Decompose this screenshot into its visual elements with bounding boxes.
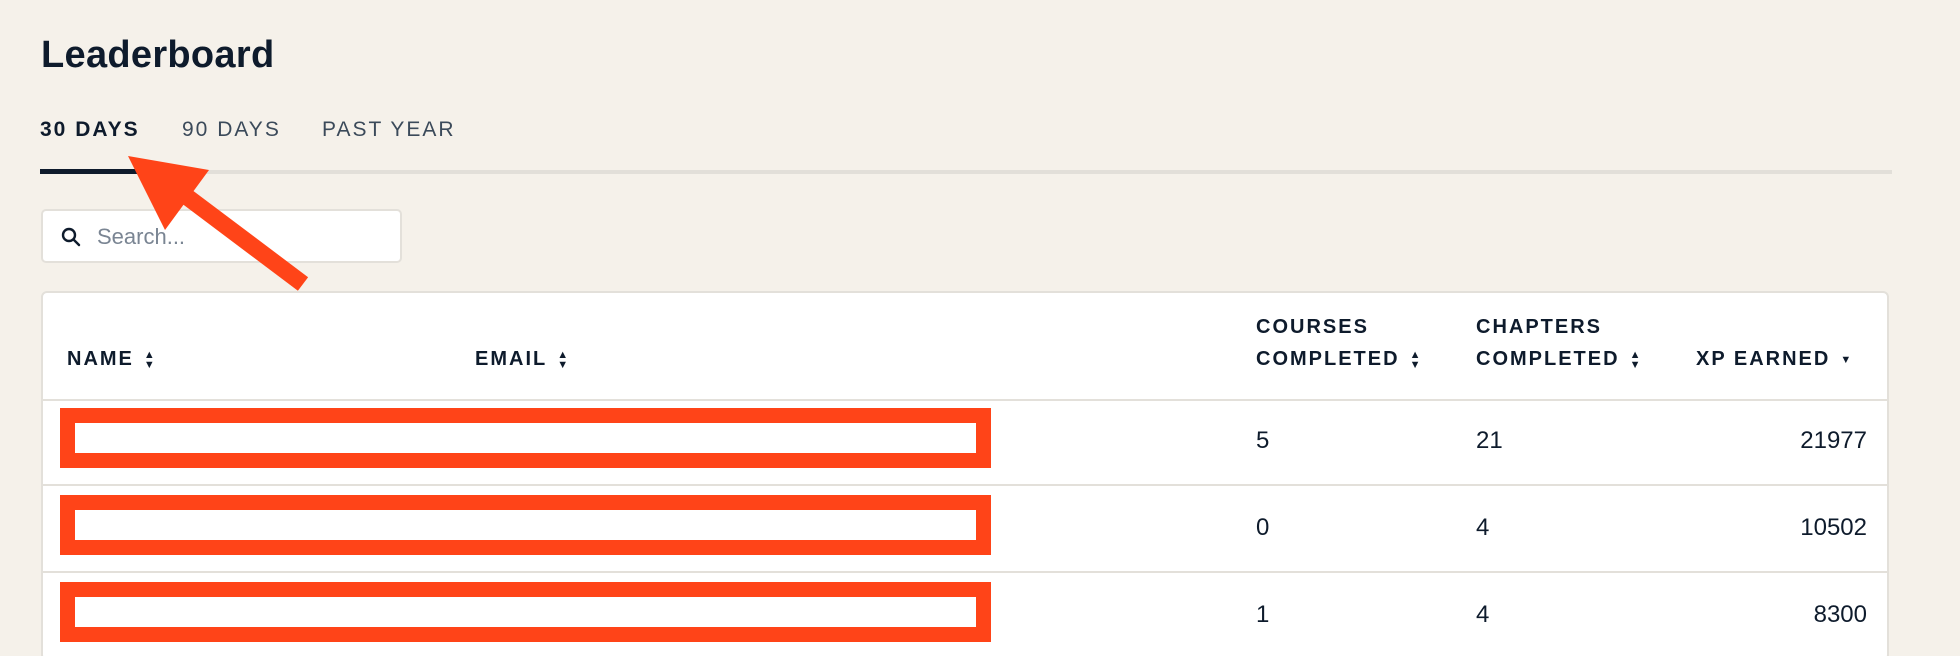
column-header-courses-completed[interactable]: COURSES COMPLETED ▲ ▼ (1256, 311, 1422, 375)
column-header-name-label: NAME (67, 348, 134, 370)
xp-earned-cell: 21977 (1800, 427, 1867, 454)
redaction-box (60, 408, 991, 468)
redaction-box (60, 495, 991, 555)
column-header-courses-line1: COURSES (1256, 316, 1369, 338)
column-header-email[interactable]: EMAIL ▲ ▼ (475, 343, 570, 375)
courses-completed-cell: 1 (1256, 601, 1270, 628)
sort-icon: ▲ ▼ (1409, 348, 1423, 371)
sort-icon: ▲ ▼ (143, 348, 157, 371)
courses-completed-cell: 0 (1256, 514, 1270, 541)
column-header-courses-line2: COMPLETED (1256, 348, 1400, 370)
column-header-name[interactable]: NAME ▲ ▼ (67, 343, 157, 375)
table-row[interactable]: 5 21 21977 (43, 399, 1887, 486)
page-title: Leaderboard (41, 34, 275, 76)
sort-icon: ▲ ▼ (1629, 348, 1643, 371)
column-header-email-label: EMAIL (475, 348, 548, 370)
column-header-chapters-line2: COMPLETED (1476, 348, 1620, 370)
column-header-chapters-line1: CHAPTERS (1476, 316, 1603, 338)
table-header: NAME ▲ ▼ EMAIL ▲ ▼ COURSES COMPLETED ▲ ▼ CHAPT… (43, 293, 1887, 401)
chapters-completed-cell: 4 (1476, 514, 1490, 541)
courses-completed-cell: 5 (1256, 427, 1270, 454)
search-icon (61, 227, 81, 247)
chapters-completed-cell: 21 (1476, 427, 1503, 454)
search-input[interactable] (95, 219, 389, 255)
table-row[interactable]: 0 4 10502 (43, 486, 1887, 573)
sort-descending-icon: ▼ (1840, 353, 1854, 366)
tab-30-days[interactable]: 30 DAYS (40, 118, 140, 142)
xp-earned-cell: 10502 (1800, 514, 1867, 541)
column-header-chapters-completed[interactable]: CHAPTERS COMPLETED ▲ ▼ (1476, 311, 1642, 375)
leaderboard-page: Leaderboard 30 DAYS 90 DAYS PAST YEAR NA… (0, 0, 1960, 656)
table-row[interactable]: 1 4 8300 (43, 573, 1887, 656)
chapters-completed-cell: 4 (1476, 601, 1490, 628)
active-tab-indicator (40, 169, 144, 174)
xp-earned-cell: 8300 (1813, 601, 1867, 628)
column-header-xp-earned[interactable]: XP EARNED ▼ (1696, 343, 1853, 375)
column-header-xp-label: XP EARNED (1696, 348, 1831, 370)
period-tabs: 30 DAYS 90 DAYS PAST YEAR (40, 112, 1892, 174)
redaction-box (60, 582, 991, 642)
tab-90-days[interactable]: 90 DAYS (182, 118, 281, 142)
tab-past-year[interactable]: PAST YEAR (322, 118, 456, 142)
sort-icon: ▲ ▼ (557, 348, 571, 371)
search-box[interactable] (41, 209, 402, 263)
leaderboard-table: NAME ▲ ▼ EMAIL ▲ ▼ COURSES COMPLETED ▲ ▼ CHAPT… (41, 291, 1889, 656)
